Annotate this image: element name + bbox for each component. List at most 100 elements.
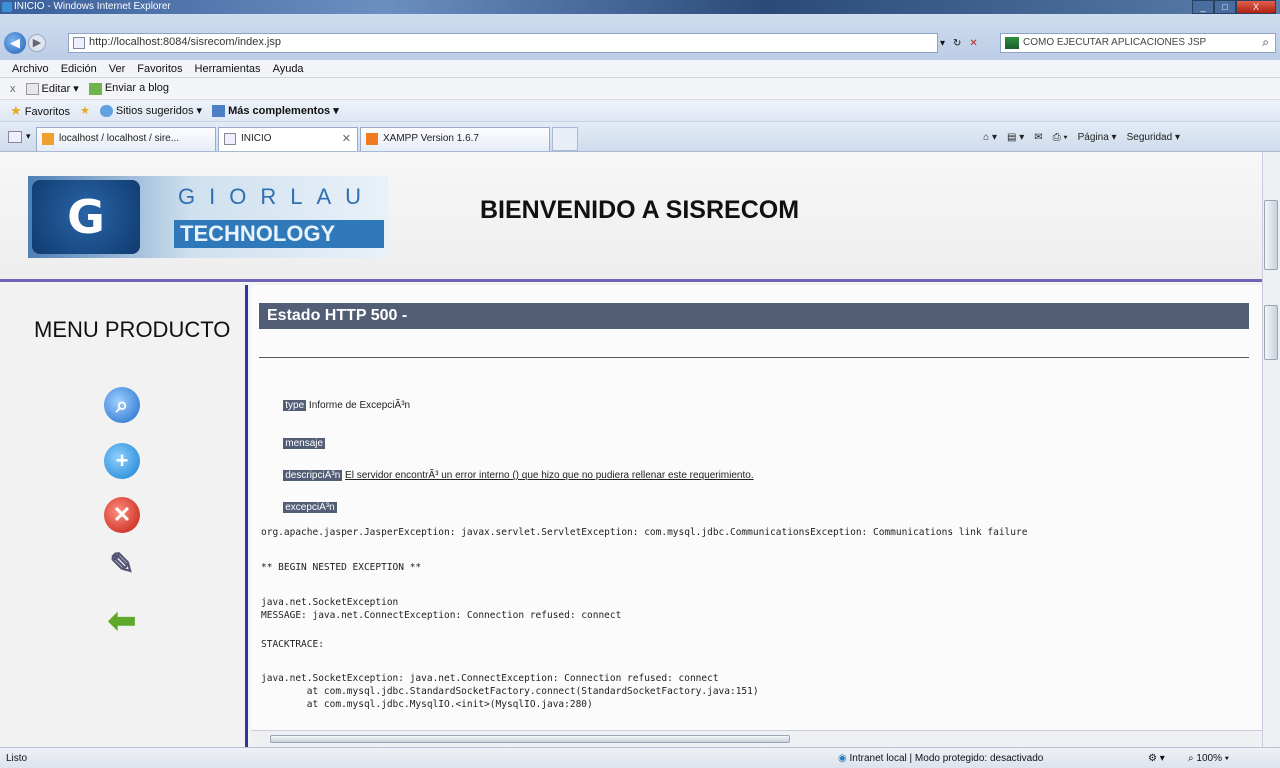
vertical-scroll-thumb[interactable] (1264, 200, 1278, 270)
message-label: mensaje (283, 438, 326, 449)
stop-icon[interactable]: ✕ (969, 38, 977, 49)
maximize-button[interactable]: □ (1214, 0, 1236, 14)
status-text: Listo (6, 753, 28, 764)
exception-label: excepciÃ³n (283, 502, 337, 513)
url-tools: ▾ ↻ ✕ (940, 33, 1000, 53)
company-logo: G GIORLAU TECHNOLOGY (28, 176, 388, 258)
logo-word: GIORLAU (178, 184, 376, 209)
add-icon[interactable]: + (104, 443, 140, 479)
refresh-icon[interactable]: ↻ (953, 38, 961, 49)
page-menu[interactable]: Página ▾ (1078, 132, 1117, 143)
page-content: G GIORLAU TECHNOLOGY BIENVENIDO A SISREC… (0, 152, 1262, 747)
menu-item-edicion[interactable]: Edición (61, 63, 97, 75)
tab-phpmyadmin[interactable]: localhost / localhost / sire... (36, 127, 216, 151)
zoom-text: 100% (1196, 753, 1222, 764)
quick-tabs-button[interactable] (8, 131, 22, 143)
more-addons-button[interactable]: Más complementos ▾ (212, 104, 339, 118)
sidebar: MENU PRODUCTO ⌕ + ✕ ✎ ⬅ (0, 285, 248, 747)
security-menu-label: Seguridad (1126, 132, 1173, 143)
nested-begin: ** BEGIN NESTED EXCEPTION ** (261, 562, 422, 573)
menu-item-herramientas[interactable]: Herramientas (195, 63, 261, 75)
feeds-icon[interactable]: ▤ ▾ (1007, 132, 1024, 143)
stacktrace-label: STACKTRACE: (261, 639, 324, 650)
close-tab-icon[interactable]: ✕ (342, 132, 351, 145)
title-bar: INICIO - Windows Internet Explorer _ □ X (0, 0, 1280, 14)
exception-line: excepciÃ³n (261, 491, 337, 524)
exception-text: org.apache.jasper.JasperException: javax… (261, 527, 1028, 538)
edit-button[interactable]: Editar ▾ (25, 82, 79, 96)
security-menu[interactable]: Seguridad ▾ (1127, 132, 1180, 143)
tab-label: XAMPP Version 1.6.7 (383, 133, 479, 144)
zoom-control[interactable]: ⌕ 100% ▾ (1188, 753, 1229, 764)
command-bar: ⌂ ▾ ▤ ▾ ✉ ⎙ ▾ Página ▾ Seguridad ▾ (983, 132, 1180, 143)
toolbar: x Editar ▾ Enviar a blog (0, 78, 1280, 100)
back-button[interactable]: ◀ (4, 32, 26, 54)
blog-button[interactable]: Enviar a blog (88, 82, 170, 95)
search-input[interactable]: COMO EJECUTAR APLICACIONES JSP ⌕ (1000, 33, 1276, 53)
favorites-button[interactable]: ★ Favoritos (10, 103, 70, 119)
delete-icon[interactable]: ✕ (104, 497, 140, 533)
error-panel: Estado HTTP 500 - type Informe de Excepc… (251, 285, 1262, 730)
browser-window: INICIO - Windows Internet Explorer _ □ X… (0, 0, 1280, 768)
suggested-sites-button[interactable]: Sitios sugeridos ▾ (99, 104, 202, 118)
tab-xampp[interactable]: XAMPP Version 1.6.7 (360, 127, 550, 151)
menu-item-ayuda[interactable]: Ayuda (273, 63, 304, 75)
suggested-label: Sitios sugeridos (115, 104, 194, 117)
edit-icon[interactable]: ✎ (104, 547, 140, 583)
message-text: MESSAGE: java.net.ConnectException: Conn… (261, 610, 622, 621)
search-icon[interactable]: ⌕ (104, 387, 140, 423)
xampp-icon (366, 133, 378, 145)
tab-label: INICIO (241, 133, 272, 144)
page-icon (73, 37, 85, 49)
description-label: descripciÃ³n (283, 470, 343, 481)
type-value: Informe de ExcepciÃ³n (308, 400, 411, 411)
add-favorite-icon[interactable]: ★ (80, 104, 90, 117)
star-icon: ★ (10, 102, 22, 118)
menu-bar: Archivo Edición Ver Favoritos Herramient… (0, 60, 1280, 78)
tab-label: localhost / localhost / sire... (59, 133, 180, 144)
type-label: type (283, 400, 307, 411)
zone-status: ◉ Intranet local | Modo protegido: desac… (838, 753, 1043, 764)
menu-item-archivo[interactable]: Archivo (12, 63, 49, 75)
minimize-button[interactable]: _ (1192, 0, 1214, 14)
favorites-label: Favoritos (24, 105, 70, 118)
url-input[interactable]: http://localhost:8084/sisrecom/index.jsp (68, 33, 938, 53)
page-menu-label: Página (1077, 132, 1109, 143)
phpmyadmin-icon (42, 133, 54, 145)
edit-page-icon (25, 83, 39, 96)
magnifier-icon[interactable]: ⌕ (1262, 35, 1269, 50)
blog-label: Enviar a blog (104, 82, 170, 95)
new-tab-button[interactable] (552, 127, 578, 151)
zone-icon: ◉ (838, 753, 847, 764)
dropdown-icon[interactable]: ▾ (940, 38, 945, 49)
description-line: descripciÃ³n El servidor encontrÃ³ un er… (261, 459, 754, 492)
message-line: mensaje (261, 427, 326, 460)
tab-inicio[interactable]: INICIO ✕ (218, 127, 358, 151)
search-text: COMO EJECUTAR APLICACIONES JSP (1023, 37, 1207, 48)
back-arrow-icon[interactable]: ⬅ (104, 603, 140, 639)
site-banner: G GIORLAU TECHNOLOGY BIENVENIDO A SISREC… (0, 152, 1262, 282)
url-text: http://localhost:8084/sisrecom/index.jsp (89, 36, 281, 48)
suggested-sites-icon (99, 105, 113, 118)
tab-list-button[interactable]: ▾ (26, 131, 31, 142)
trace-line-1: java.net.SocketException: java.net.Conne… (261, 673, 719, 684)
menu-item-ver[interactable]: Ver (109, 63, 126, 75)
security-status-icon[interactable]: ⚙ ▾ (1148, 753, 1165, 764)
sidebar-title: MENU PRODUCTO (34, 317, 231, 342)
close-window-button[interactable]: X (1236, 0, 1276, 14)
ie-logo-icon (2, 2, 12, 12)
logo-g-icon: G (32, 180, 140, 254)
status-bar: Listo ◉ Intranet local | Modo protegido:… (0, 747, 1280, 768)
mail-icon[interactable]: ✉ (1034, 132, 1042, 143)
print-icon[interactable]: ⎙ ▾ (1053, 132, 1068, 143)
forward-button[interactable]: ▶ (28, 34, 46, 52)
description-value: El servidor encontrÃ³ un error interno (… (345, 470, 754, 481)
menu-item-favoritos[interactable]: Favoritos (137, 63, 182, 75)
horizontal-scroll-thumb[interactable] (270, 735, 790, 743)
more-label: Más complementos (228, 104, 331, 117)
home-icon[interactable]: ⌂ ▾ (983, 132, 997, 143)
close-toolbar-button[interactable]: x (10, 83, 16, 95)
error-heading: Estado HTTP 500 - (259, 303, 1249, 329)
inner-scroll-thumb[interactable] (1264, 305, 1278, 360)
address-bar: ◀ ▶ http://localhost:8084/sisrecom/index… (0, 14, 1280, 60)
